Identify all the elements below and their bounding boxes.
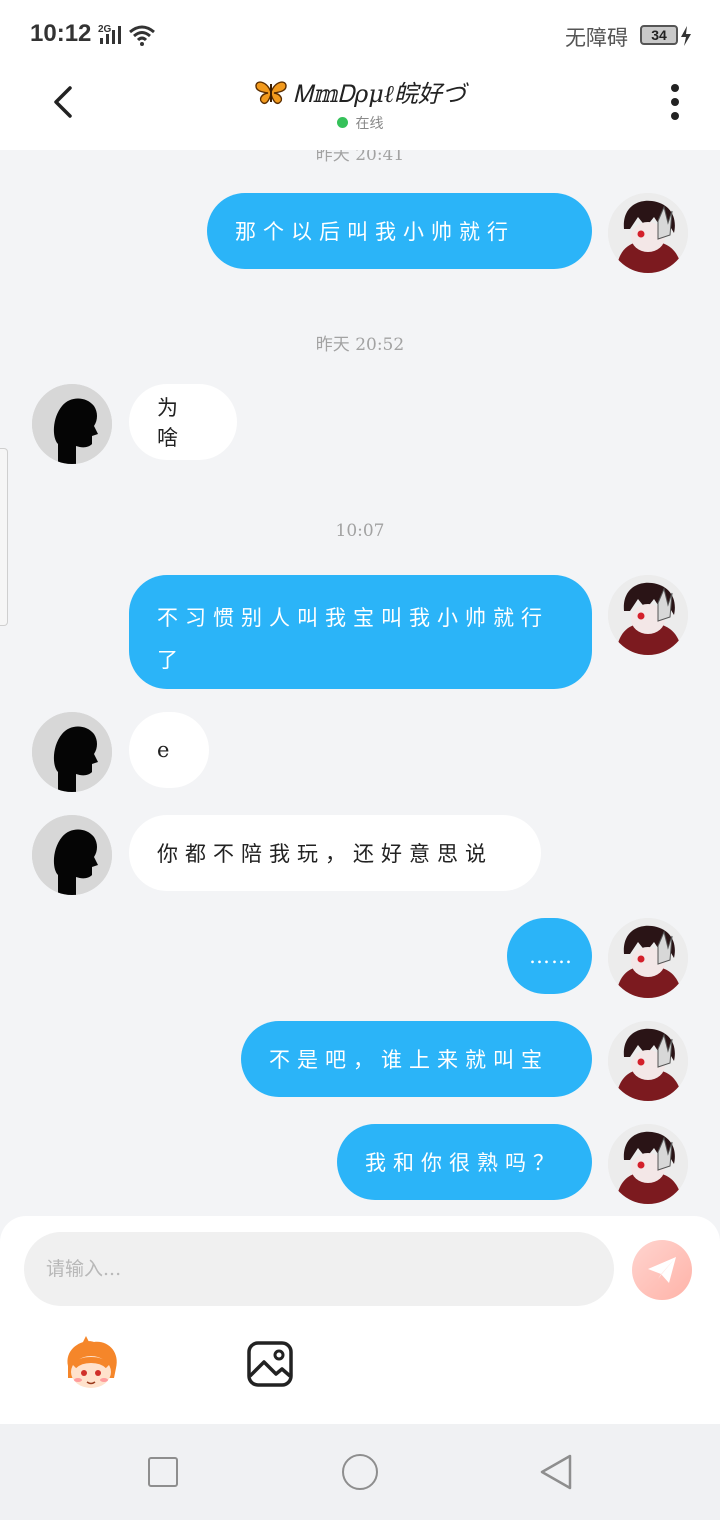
anime-avatar-icon (608, 1021, 688, 1101)
message-input[interactable] (24, 1232, 614, 1306)
message-bubble-received[interactable]: 你都不陪我玩，还好意思说 (129, 815, 541, 891)
dot-icon (671, 98, 679, 106)
chat-title: Ꮇ𝕞Ꭰρμℓ皖好づ (0, 74, 720, 109)
status-bar: 10:12 2G 无障碍 34 (0, 0, 720, 70)
image-button[interactable] (246, 1340, 294, 1388)
anime-avatar-icon (608, 1124, 688, 1204)
butterfly-icon (255, 80, 287, 104)
silhouette-avatar-icon (32, 384, 112, 464)
message-timestamp: 昨天 20:52 (315, 335, 405, 355)
anime-avatar-icon (608, 575, 688, 655)
my-avatar[interactable] (608, 1124, 688, 1204)
image-icon (247, 1341, 293, 1387)
my-avatar[interactable] (608, 918, 688, 998)
system-back-button[interactable] (538, 1452, 574, 1492)
message-bubble-sent[interactable]: 不习惯别人叫我宝叫我小帅就行了 (129, 575, 592, 689)
chat-header: Ꮇ𝕞Ꭰρμℓ皖好づ 在线 (0, 70, 720, 150)
message-timestamp: 10:07 (335, 521, 385, 541)
silhouette-avatar-icon (32, 712, 112, 792)
anime-avatar-icon (608, 193, 688, 273)
battery-icon: 34 (640, 25, 678, 45)
contact-avatar[interactable] (32, 384, 112, 464)
side-drawer-handle[interactable] (0, 448, 8, 626)
send-button[interactable] (632, 1240, 692, 1300)
accessibility-label: 无障碍 (565, 26, 628, 50)
wifi-icon (129, 25, 155, 46)
status-time: 10:12 (30, 20, 92, 47)
my-avatar[interactable] (608, 193, 688, 273)
online-status: 在线 (0, 112, 720, 133)
emoji-icon (67, 1336, 117, 1388)
more-options-button[interactable] (664, 84, 688, 120)
system-navigation-bar (0, 1424, 720, 1520)
contact-name: Ꮇ𝕞Ꭰρμℓ皖好づ (293, 80, 466, 108)
anime-avatar-icon (608, 918, 688, 998)
recent-apps-button[interactable] (148, 1457, 178, 1487)
message-timestamp: 昨天 20:41 (315, 150, 405, 165)
message-bubble-received[interactable]: 为啥 (129, 384, 237, 460)
silhouette-avatar-icon (32, 815, 112, 895)
send-icon (648, 1257, 676, 1283)
dot-icon (671, 112, 679, 120)
emoji-button[interactable] (60, 1336, 122, 1394)
message-bubble-sent[interactable]: …… (507, 918, 592, 994)
my-avatar[interactable] (608, 575, 688, 655)
online-dot-icon (336, 117, 348, 128)
contact-avatar[interactable] (32, 815, 112, 895)
online-status-text: 在线 (355, 115, 384, 132)
home-button[interactable] (342, 1454, 378, 1490)
message-bubble-sent[interactable]: 不是吧，谁上来就叫宝 (241, 1021, 592, 1097)
message-bubble-received[interactable]: e (129, 712, 209, 788)
message-bubble-sent[interactable]: 我和你很熟吗？ (337, 1124, 592, 1200)
my-avatar[interactable] (608, 1021, 688, 1101)
charging-icon (681, 26, 691, 46)
contact-avatar[interactable] (32, 712, 112, 792)
message-list[interactable]: 昨天 20:41 那个以后叫我小帅就行 昨天 20:52 为啥 10:07 不习… (0, 150, 720, 1216)
signal-icon (100, 26, 121, 44)
composer (0, 1216, 720, 1424)
message-bubble-sent[interactable]: 那个以后叫我小帅就行 (207, 193, 592, 269)
dot-icon (671, 84, 679, 92)
